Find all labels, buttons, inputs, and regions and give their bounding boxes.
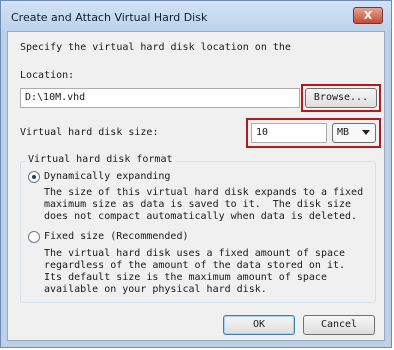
size-input[interactable]: 10: [251, 123, 327, 143]
dialog-window: Create and Attach Virtual Hard Disk X Sp…: [0, 0, 392, 348]
dialog-body: Specify the virtual hard disk location o…: [7, 31, 385, 341]
dynamic-radio[interactable]: [28, 171, 40, 183]
fixed-description: The virtual hard disk uses a fixed amoun…: [44, 248, 346, 295]
format-legend: Virtual hard disk format: [26, 154, 175, 165]
chevron-down-icon: [362, 130, 370, 135]
window-title: Create and Attach Virtual Hard Disk: [11, 11, 208, 24]
close-button[interactable]: X: [353, 7, 383, 24]
dynamic-description: The size of this virtual hard disk expan…: [44, 187, 364, 222]
title-bar[interactable]: Create and Attach Virtual Hard Disk X: [1, 1, 391, 35]
fixed-label[interactable]: Fixed size (Recommended): [44, 231, 189, 242]
dynamic-label[interactable]: Dynamically expanding: [44, 171, 170, 182]
intro-text: Specify the virtual hard disk location o…: [20, 42, 291, 53]
location-input[interactable]: D:\10M.vhd: [20, 88, 300, 108]
ok-button[interactable]: OK: [223, 315, 295, 335]
size-unit-select[interactable]: MB: [332, 123, 376, 143]
size-unit-value: MB: [337, 127, 350, 138]
fixed-radio[interactable]: [28, 231, 40, 243]
browse-button[interactable]: Browse...: [305, 88, 377, 108]
size-label: Virtual hard disk size:: [20, 127, 159, 138]
cancel-button[interactable]: Cancel: [303, 315, 375, 335]
location-label: Location:: [20, 70, 75, 81]
